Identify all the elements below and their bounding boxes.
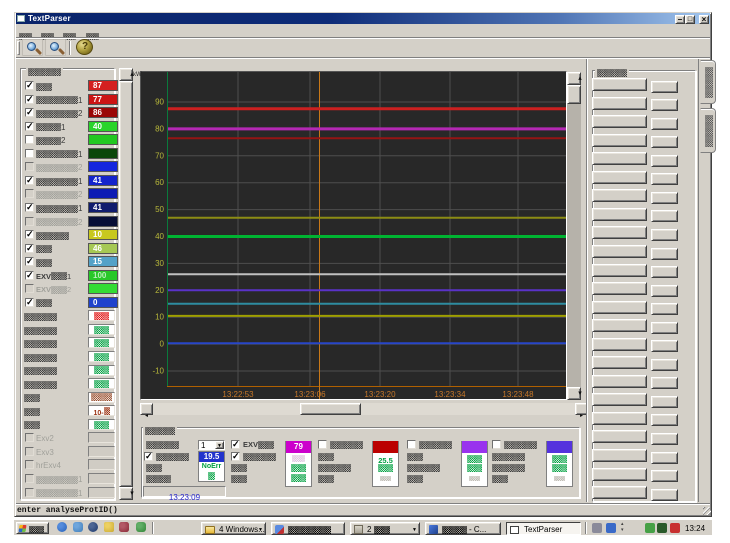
svg-text:90: 90 (155, 98, 164, 107)
svg-text:-10: -10 (152, 367, 164, 376)
svg-text:80: 80 (155, 124, 164, 133)
svg-text:20: 20 (155, 286, 164, 295)
svg-text:13:23:06: 13:23:06 (294, 390, 326, 399)
svg-text:13:23:48: 13:23:48 (502, 390, 534, 399)
svg-text:30: 30 (155, 259, 164, 268)
svg-text:10: 10 (155, 313, 164, 322)
svg-text:13:23:34: 13:23:34 (434, 390, 466, 399)
svg-text:40: 40 (155, 232, 164, 241)
svg-text:13:22:53: 13:22:53 (222, 390, 254, 399)
svg-text:0: 0 (160, 340, 165, 349)
svg-text:13:23:20: 13:23:20 (364, 390, 396, 399)
svg-text:50: 50 (155, 205, 164, 214)
svg-text:70: 70 (155, 151, 164, 160)
svg-text:60: 60 (155, 178, 164, 187)
